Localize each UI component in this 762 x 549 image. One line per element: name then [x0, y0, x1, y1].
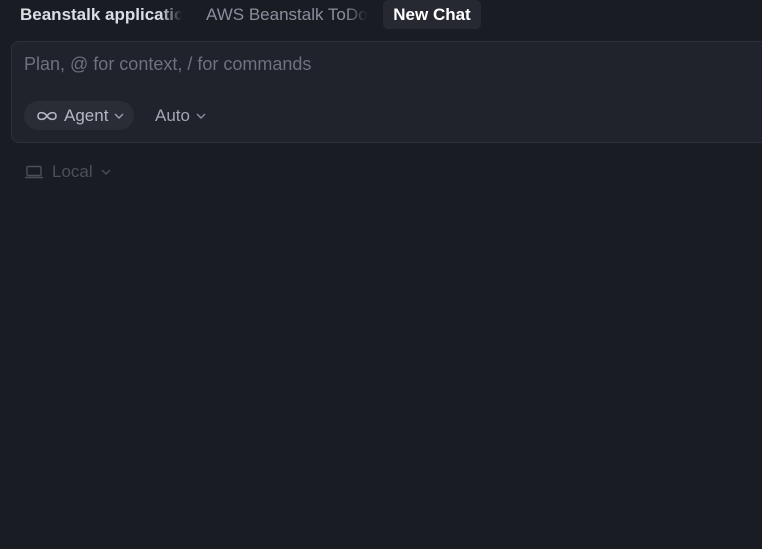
tab-new-chat[interactable]: New Chat: [383, 0, 481, 29]
agent-mode-label: Agent: [64, 105, 109, 125]
chevron-down-icon: [101, 169, 111, 175]
prompt-input[interactable]: [24, 54, 724, 75]
chat-tab-bar: Beanstalk application AWS Beanstalk ToDo…: [0, 0, 762, 30]
tab-label: New Chat: [393, 5, 471, 24]
infinity-icon: [36, 110, 58, 122]
model-label: Auto: [155, 105, 190, 125]
model-dropdown[interactable]: Auto: [155, 101, 206, 130]
chevron-down-icon: [114, 113, 124, 119]
laptop-icon: [24, 165, 44, 179]
tab-beanstalk-application[interactable]: Beanstalk application: [20, 0, 182, 29]
chat-composer: Agent Auto: [11, 41, 762, 143]
environment-dropdown[interactable]: Local: [24, 160, 111, 184]
tab-label: AWS Beanstalk ToDo: [206, 5, 368, 24]
tab-label: Beanstalk application: [20, 5, 182, 24]
tab-aws-beanstalk-todo[interactable]: AWS Beanstalk ToDo: [206, 0, 368, 29]
chevron-down-icon: [196, 113, 206, 119]
environment-label: Local: [52, 162, 93, 181]
agent-mode-dropdown[interactable]: Agent: [24, 101, 135, 130]
